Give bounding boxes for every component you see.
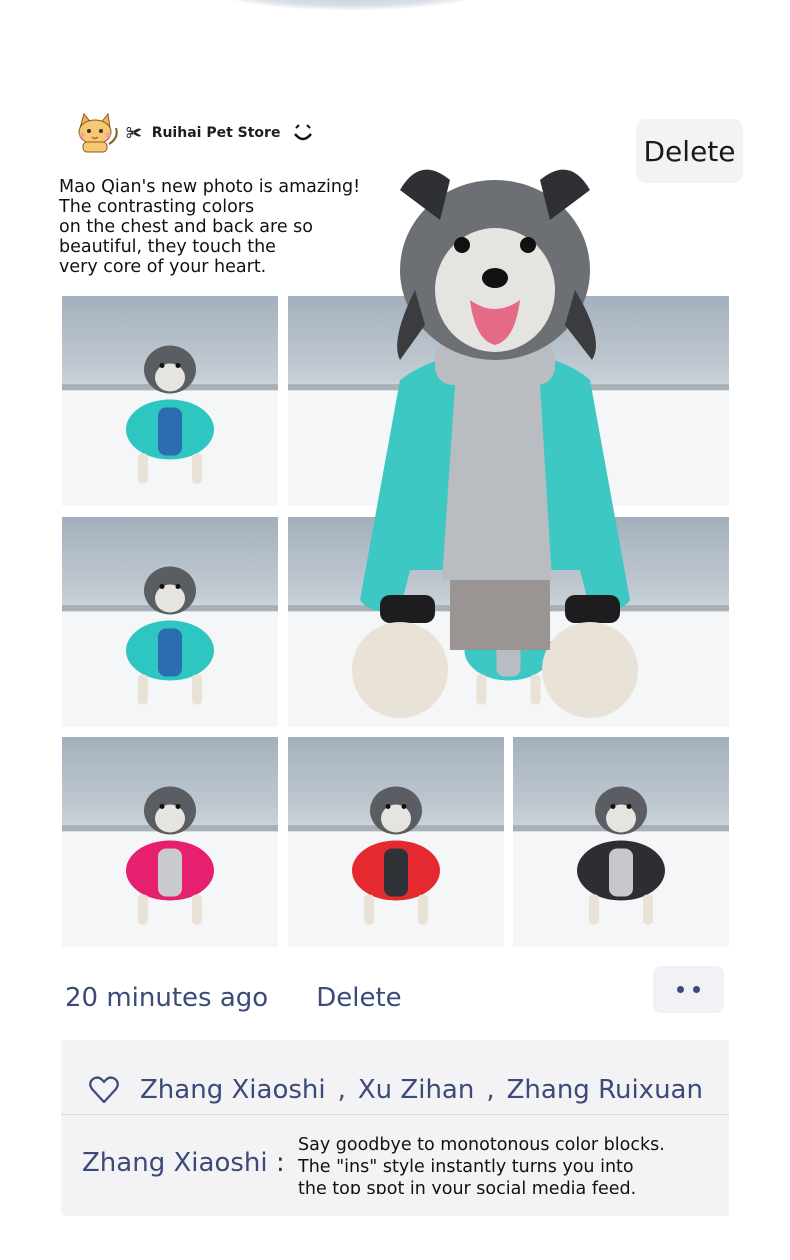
bow-icon: ✀ xyxy=(126,123,142,142)
divider xyxy=(61,1114,729,1115)
comment-text: Say goodbye to monotonous color blocks. … xyxy=(298,1135,665,1194)
photo-6[interactable] xyxy=(288,737,504,947)
liker-separator: , xyxy=(337,1075,346,1105)
more-options-button[interactable] xyxy=(653,966,724,1013)
more-dot-icon xyxy=(677,986,684,993)
photo-1[interactable] xyxy=(62,296,278,506)
liker-name[interactable]: Xu Zihan xyxy=(358,1075,474,1105)
comment-colon: : xyxy=(276,1148,285,1178)
store-name[interactable]: Ruihai Pet Store xyxy=(152,125,281,141)
delete-link[interactable]: Delete xyxy=(316,983,401,1013)
comment-author[interactable]: Zhang Xiaoshi xyxy=(82,1148,268,1178)
photo-3[interactable] xyxy=(62,517,278,727)
photo-5[interactable] xyxy=(62,737,278,947)
top-decoration xyxy=(215,0,485,10)
post-header: ✀ Ruihai Pet Store xyxy=(70,108,314,158)
likes-row: Zhang Xiaoshi , Xu Zihan , Zhang Ruixuan xyxy=(88,1070,703,1110)
liker-name[interactable]: Zhang Xiaoshi xyxy=(140,1075,326,1105)
interaction-panel: Zhang Xiaoshi , Xu Zihan , Zhang Ruixuan… xyxy=(61,1040,729,1216)
smile-icon xyxy=(294,124,313,141)
photo-7[interactable] xyxy=(513,737,729,947)
post-meta-row: 20 minutes ago Delete xyxy=(65,978,402,1018)
heart-icon[interactable] xyxy=(88,1074,120,1106)
post-timestamp: 20 minutes ago xyxy=(65,983,269,1013)
liker-name[interactable]: Zhang Ruixuan xyxy=(507,1075,703,1105)
featured-dog-image xyxy=(352,169,638,718)
more-dot-icon xyxy=(693,986,700,993)
cat-avatar-icon[interactable] xyxy=(70,110,122,156)
liker-separator: , xyxy=(486,1075,495,1105)
